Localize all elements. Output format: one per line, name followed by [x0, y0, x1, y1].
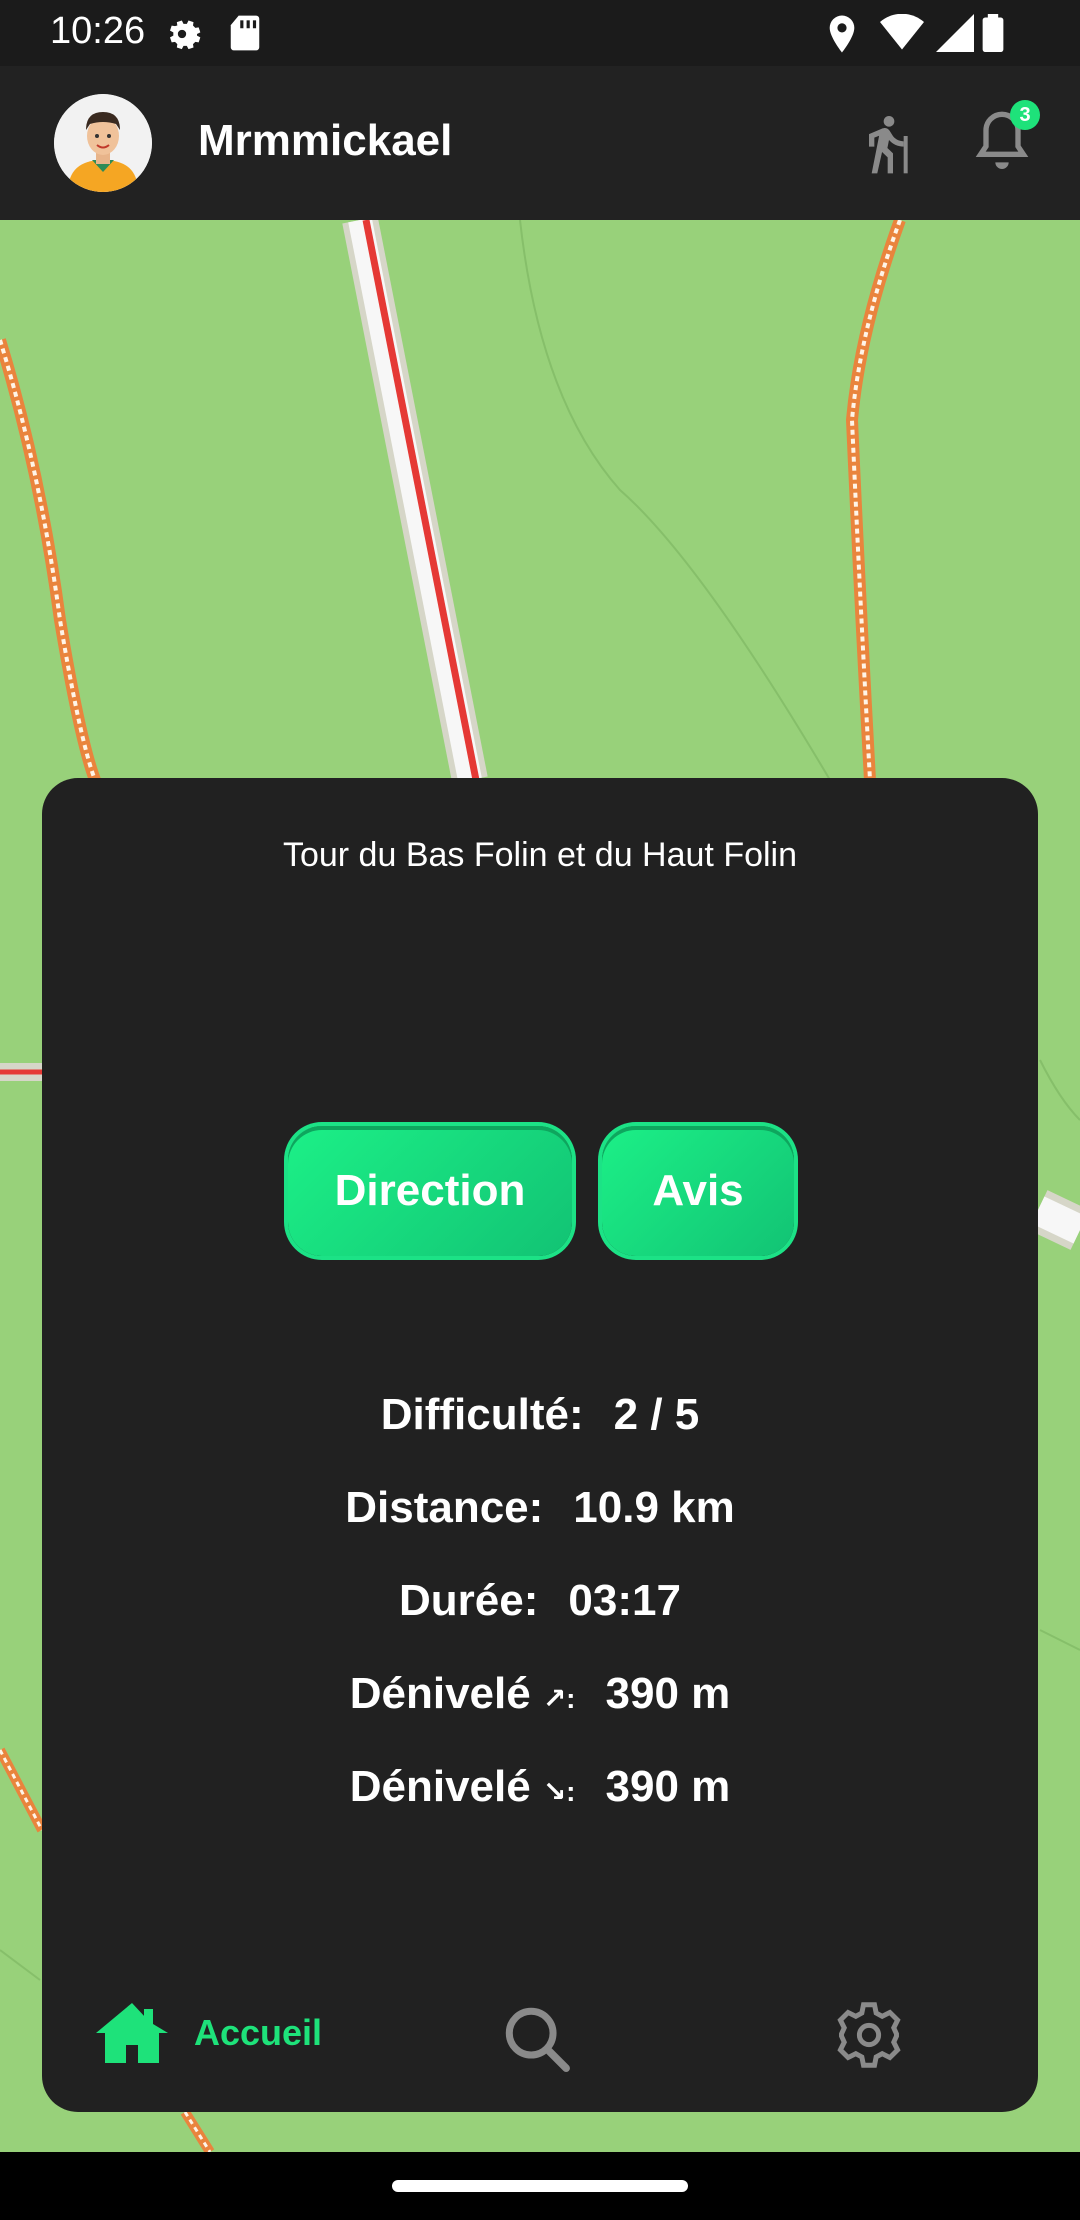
stat-value: 390 m	[605, 1761, 731, 1811]
stat-value: 2 / 5	[613, 1389, 700, 1439]
stat-label-text: Dénivelé	[349, 1668, 531, 1718]
trail-card: Tour du Bas Folin et du Haut Folin Direc…	[42, 778, 1038, 2112]
stat-label: Dénivelé ↘:	[350, 1762, 576, 1812]
battery-icon	[982, 14, 1004, 57]
stat-elevation-gain: Dénivelé ↗: 390 m	[42, 1647, 1038, 1740]
home-gesture-handle[interactable]	[392, 2180, 688, 2192]
notification-badge: 3	[1010, 100, 1040, 130]
sd-card-icon	[228, 14, 262, 57]
home-icon	[96, 2003, 168, 2063]
stat-distance: Distance: 10.9 km	[42, 1461, 1038, 1554]
stat-elevation-loss: Dénivelé ↘: 390 m	[42, 1740, 1038, 1833]
nav-home-label: Accueil	[194, 2012, 323, 2053]
stat-label: Difficulté:	[380, 1389, 584, 1439]
nav-home[interactable]: Accueil	[96, 1978, 322, 2088]
stat-label-text: Dénivelé	[349, 1761, 531, 1811]
stat-duration: Durée: 03:17	[42, 1554, 1038, 1647]
status-time: 10:26	[50, 10, 146, 52]
trail-stats: Difficulté: 2 / 5 Distance: 10.9 km Duré…	[42, 1368, 1038, 1833]
search-icon[interactable]	[502, 2004, 572, 2079]
arrow-up-right-icon: ↗:	[542, 1682, 576, 1714]
notifications-button[interactable]: 3	[970, 100, 1040, 182]
app-header: Mrmmickael 3	[0, 66, 1080, 220]
hiker-icon[interactable]	[852, 112, 918, 181]
signal-icon	[936, 14, 974, 57]
direction-button[interactable]: Direction	[288, 1126, 572, 1256]
location-icon	[826, 14, 858, 59]
stat-label: Dénivelé ↗:	[350, 1669, 576, 1719]
stat-difficulty: Difficulté: 2 / 5	[42, 1368, 1038, 1461]
trail-title: Tour du Bas Folin et du Haut Folin	[282, 836, 798, 874]
stat-value: 03:17	[568, 1575, 681, 1625]
stat-label: Distance:	[345, 1482, 544, 1532]
arrow-down-right-icon: ↘:	[542, 1775, 576, 1807]
avatar[interactable]	[54, 94, 152, 192]
bottom-nav: Accueil	[42, 1978, 1038, 2088]
settings-icon[interactable]	[836, 2002, 902, 2073]
system-gesture-bar	[0, 2152, 1080, 2220]
gear-icon	[162, 14, 202, 59]
username: Mrmmickael	[198, 116, 453, 165]
stat-value: 390 m	[605, 1668, 731, 1718]
stat-label: Durée:	[399, 1575, 539, 1625]
status-bar: 10:26	[0, 0, 1080, 66]
reviews-button[interactable]: Avis	[602, 1126, 794, 1256]
stat-value: 10.9 km	[573, 1482, 735, 1532]
wifi-icon	[880, 13, 924, 57]
